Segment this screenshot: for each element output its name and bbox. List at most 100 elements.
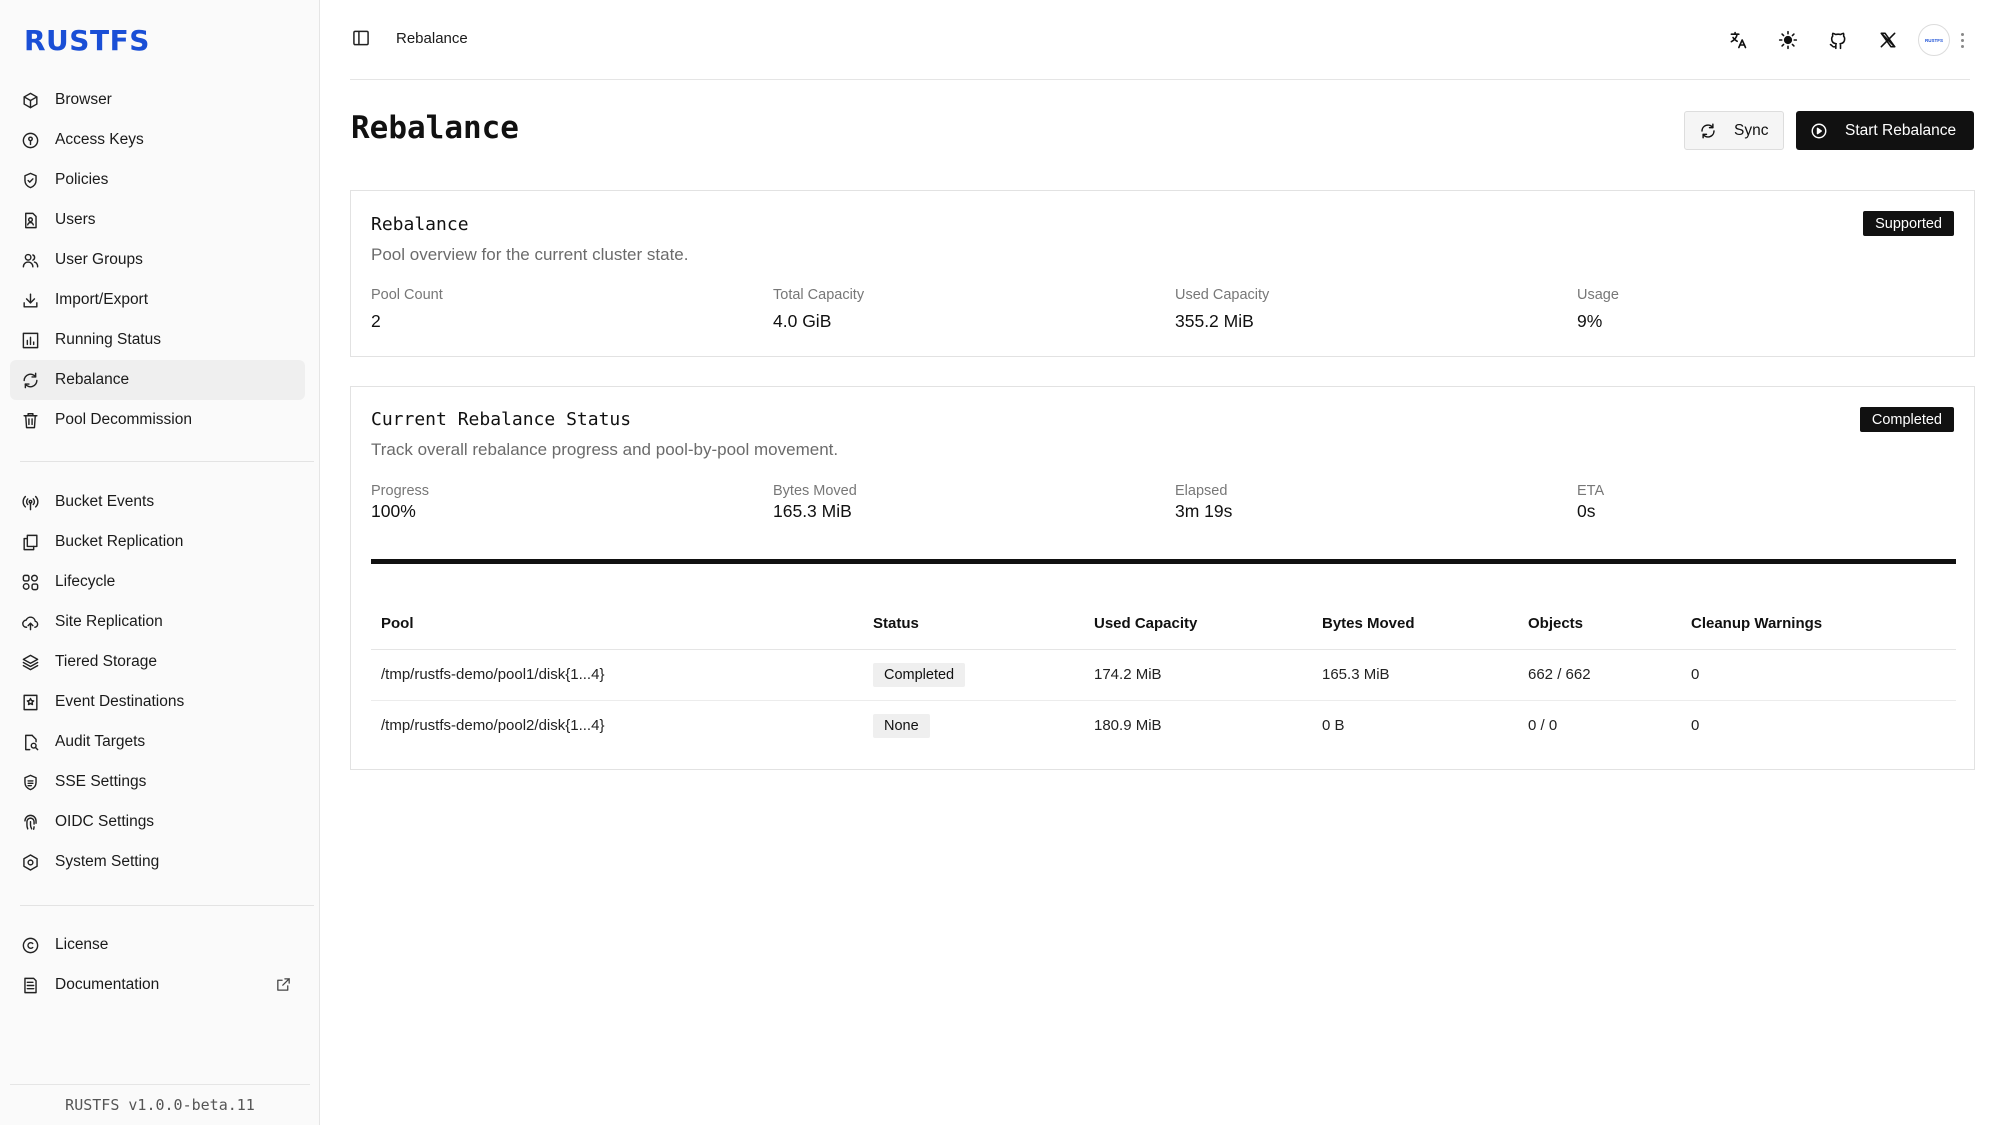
avatar[interactable]: RUSTFS [1918,24,1950,56]
status-pill: None [873,713,930,738]
table-header-row: Pool Status Used Capacity Bytes Moved Ob… [371,599,1956,650]
stat-label: Progress [371,483,430,499]
rustfs-logo[interactable]: RUSTFS [24,22,150,58]
cleanup-warnings-cell: 0 [1691,717,1700,735]
fingerprint-icon [20,812,40,832]
layers-icon [20,652,40,672]
sidebar-item-label: Access Keys [55,131,144,148]
sidebar-item-tiered-storage[interactable]: Tiered Storage [10,642,305,682]
stat-total-capacity: Total Capacity 4.0 GiB [773,287,1153,332]
refresh-icon [20,370,40,390]
sidebar-item-event-destinations[interactable]: Event Destinations [10,682,305,722]
used-capacity-cell: 174.2 MiB [1084,649,1312,701]
sidebar-item-label: Policies [55,171,109,188]
lifecycle-icon [20,572,40,592]
shield-icon [20,170,40,190]
sidebar-item-label: Import/Export [55,291,149,308]
sidebar-item-running-status[interactable]: Running Status [10,320,305,360]
sidebar-toggle-icon[interactable] [351,28,373,50]
stat-value: 4.0 GiB [773,311,832,331]
sidebar-item-label: User Groups [55,251,143,268]
sidebar-item-label: Event Destinations [55,693,185,710]
stat-value: 9% [1577,311,1603,331]
sidebar: RUSTFS Browser Access Keys Policies User… [0,0,320,1125]
more-menu-icon[interactable] [1954,24,1970,56]
broadcast-icon [20,492,40,512]
status-cell: None [863,700,1084,751]
sidebar-item-users[interactable]: Users [10,200,305,240]
x-logo-icon[interactable] [1872,24,1904,56]
sidebar-item-bucket-events[interactable]: Bucket Events [10,482,305,522]
rebalance-overview-card: Rebalance Pool overview for the current … [350,190,1975,357]
stat-value: 0s [1577,501,1596,521]
status-cell: Completed [863,649,1084,701]
file-search-icon [20,732,40,752]
github-icon[interactable] [1822,24,1854,56]
settings-hex-icon [20,852,40,872]
sun-icon[interactable] [1772,24,1804,56]
top-bar: Rebalance RUSTFS [350,0,1970,80]
stat-elapsed: Elapsed 3m 19s [1175,483,1555,522]
start-rebalance-label: Start Rebalance [1845,121,1957,139]
sidebar-item-label: License [55,936,109,953]
top-actions: RUSTFS [1704,24,1970,56]
card-title: Current Rebalance Status [371,409,632,430]
sidebar-item-import-export[interactable]: Import/Export [10,280,305,320]
stat-pool-count: Pool Count 2 [371,287,751,332]
sidebar-item-browser[interactable]: Browser [10,80,305,120]
sync-button[interactable]: Sync [1684,111,1784,150]
sidebar-item-bucket-replication[interactable]: Bucket Replication [10,522,305,562]
cube-icon [20,90,40,110]
status-pill: Completed [873,662,966,687]
sidebar-item-license[interactable]: License [10,925,305,965]
sidebar-item-system-setting[interactable]: System Setting [10,842,305,882]
stat-value: 355.2 MiB [1175,311,1254,331]
encryption-icon [20,772,40,792]
sidebar-item-policies[interactable]: Policies [10,160,305,200]
stat-label: Usage [1577,287,1619,303]
card-description: Pool overview for the current cluster st… [371,245,689,264]
sync-button-label: Sync [1734,121,1769,139]
stat-label: Bytes Moved [773,483,857,499]
stat-label: Pool Count [371,287,443,303]
breadcrumb: Rebalance [396,30,468,47]
user-file-icon [20,210,40,230]
stat-progress: Progress 100% [371,483,751,522]
column-header: Pool [371,599,863,650]
stat-label: Used Capacity [1175,287,1270,303]
objects-cell: 662 / 662 [1518,649,1681,701]
sidebar-item-lifecycle[interactable]: Lifecycle [10,562,305,602]
sidebar-item-user-groups[interactable]: User Groups [10,240,305,280]
rebalance-status-card: Current Rebalance Status Track overall r… [350,386,1975,770]
stat-usage: Usage 9% [1577,287,1957,332]
stat-value: 3m 19s [1175,501,1233,521]
translate-icon[interactable] [1722,24,1754,56]
sidebar-item-oidc-settings[interactable]: OIDC Settings [10,802,305,842]
stat-eta: ETA 0s [1577,483,1957,522]
sidebar-item-documentation[interactable]: Documentation [10,965,305,1005]
sidebar-divider [20,905,314,906]
sidebar-item-label: SSE Settings [55,773,147,790]
pool-table: Pool Status Used Capacity Bytes Moved Ob… [371,599,1956,751]
sidebar-item-label: Site Replication [55,613,163,630]
cloud-upload-icon [20,612,40,632]
sidebar-item-site-replication[interactable]: Site Replication [10,602,305,642]
stat-label: Elapsed [1175,483,1228,499]
document-icon [20,975,40,995]
bytes-moved-cell: 0 B [1322,717,1345,735]
sidebar-item-sse-settings[interactable]: SSE Settings [10,762,305,802]
sidebar-item-audit-targets[interactable]: Audit Targets [10,722,305,762]
sidebar-item-label: Bucket Events [55,493,155,510]
sidebar-item-pool-decommission[interactable]: Pool Decommission [10,400,305,440]
sidebar-item-label: Documentation [55,976,160,993]
sidebar-item-access-keys[interactable]: Access Keys [10,120,305,160]
stat-label: Total Capacity [773,287,865,303]
bar-chart-icon [20,330,40,350]
sidebar-item-rebalance[interactable]: Rebalance [10,360,305,400]
trash-icon [20,410,40,430]
key-icon [20,130,40,150]
cleanup-warnings-cell: 0 [1681,649,1956,701]
table-row: /tmp/rustfs-demo/pool2/disk{1...4} None … [371,700,1956,751]
sidebar-item-label: Audit Targets [55,733,146,750]
start-rebalance-button[interactable]: Start Rebalance [1796,111,1974,150]
